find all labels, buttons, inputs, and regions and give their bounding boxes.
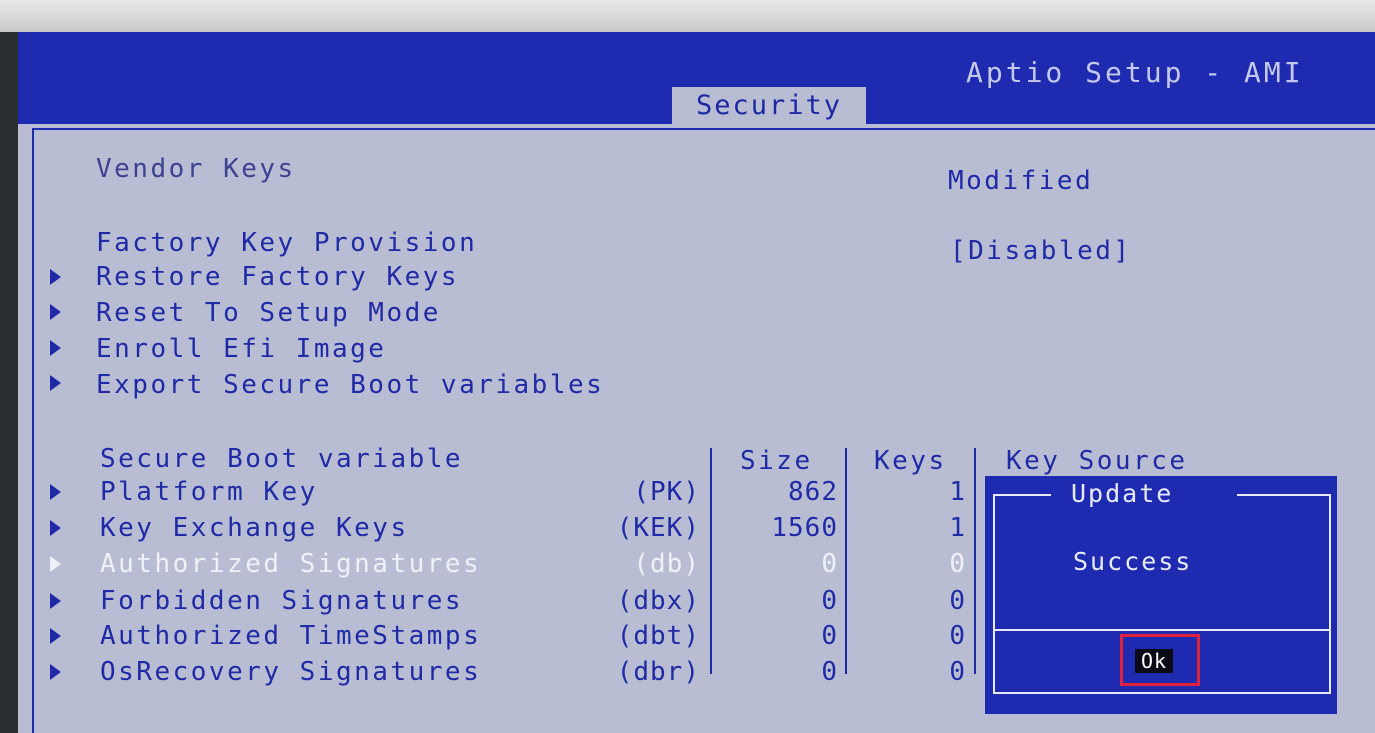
setup-header: Aptio Setup - AMI Security [18,32,1375,124]
table-row-short: (dbt) [616,621,700,651]
submenu-arrow-icon [50,484,61,500]
table-row-size: 1560 [771,513,838,543]
table-row-keys: 0 [949,657,966,687]
restore-factory-keys-item[interactable]: Restore Factory Keys [96,262,459,292]
enroll-efi-image-item[interactable]: Enroll Efi Image [96,334,386,364]
submenu-arrow-icon [50,520,61,536]
table-row-short: (dbx) [616,586,700,616]
vendor-keys-label: Vendor Keys [96,154,296,184]
dialog-separator [995,629,1329,631]
table-row-size: 0 [821,586,838,616]
table-row-keys: 0 [949,621,966,651]
col-header-key-source: Key Source [1006,446,1188,476]
table-row-keys: 1 [949,477,966,507]
submenu-arrow-icon [50,304,61,320]
submenu-arrow-icon [50,556,61,572]
table-row-name[interactable]: Key Exchange Keys [100,513,409,543]
table-row-name[interactable]: Authorized Signatures [100,549,481,579]
ok-button[interactable]: Ok [1135,649,1173,673]
submenu-arrow-icon [50,593,61,609]
dialog-frame-top [1237,494,1329,496]
table-row-size: 0 [821,549,838,579]
table-row-name[interactable]: OsRecovery Signatures [100,657,481,687]
table-row-size: 862 [788,477,838,507]
tab-security[interactable]: Security [672,87,867,124]
col-header-variable: Secure Boot variable [100,444,464,474]
submenu-arrow-icon [50,340,61,356]
table-row-size: 0 [821,657,838,687]
column-divider [974,448,976,674]
reset-to-setup-mode-item[interactable]: Reset To Setup Mode [96,298,441,328]
table-row-short: (dbr) [616,657,700,687]
table-row-name[interactable]: Platform Key [100,477,318,507]
dialog-title: Update [1071,479,1174,508]
column-divider [710,448,712,674]
dialog-frame-top [993,494,1051,496]
column-divider [845,448,847,674]
table-row-short: (PK) [633,477,700,507]
table-row-name[interactable]: Forbidden Signatures [100,586,463,616]
submenu-arrow-icon [50,375,61,391]
table-row-short: (db) [633,549,700,579]
table-row-keys: 0 [949,586,966,616]
table-row-short: (KEK) [616,513,700,543]
table-row-keys: 0 [949,549,966,579]
factory-key-provision-item[interactable]: Factory Key Provision [96,228,477,258]
col-header-keys: Keys [874,446,947,476]
monitor-bezel [0,0,1375,32]
submenu-arrow-icon [50,269,61,285]
table-row-size: 0 [821,621,838,651]
col-header-size: Size [740,446,813,476]
update-dialog: Update Success Ok [985,476,1337,714]
dialog-message: Success [1073,547,1193,576]
table-row-name[interactable]: Authorized TimeStamps [100,621,481,651]
vendor-keys-value: Modified [948,166,1094,196]
export-secure-boot-variables-item[interactable]: Export Secure Boot variables [96,370,604,400]
submenu-arrow-icon [50,628,61,644]
factory-key-provision-value[interactable]: [Disabled] [950,236,1132,266]
table-row-keys: 1 [949,513,966,543]
submenu-arrow-icon [50,664,61,680]
setup-title: Aptio Setup - AMI [966,56,1304,89]
